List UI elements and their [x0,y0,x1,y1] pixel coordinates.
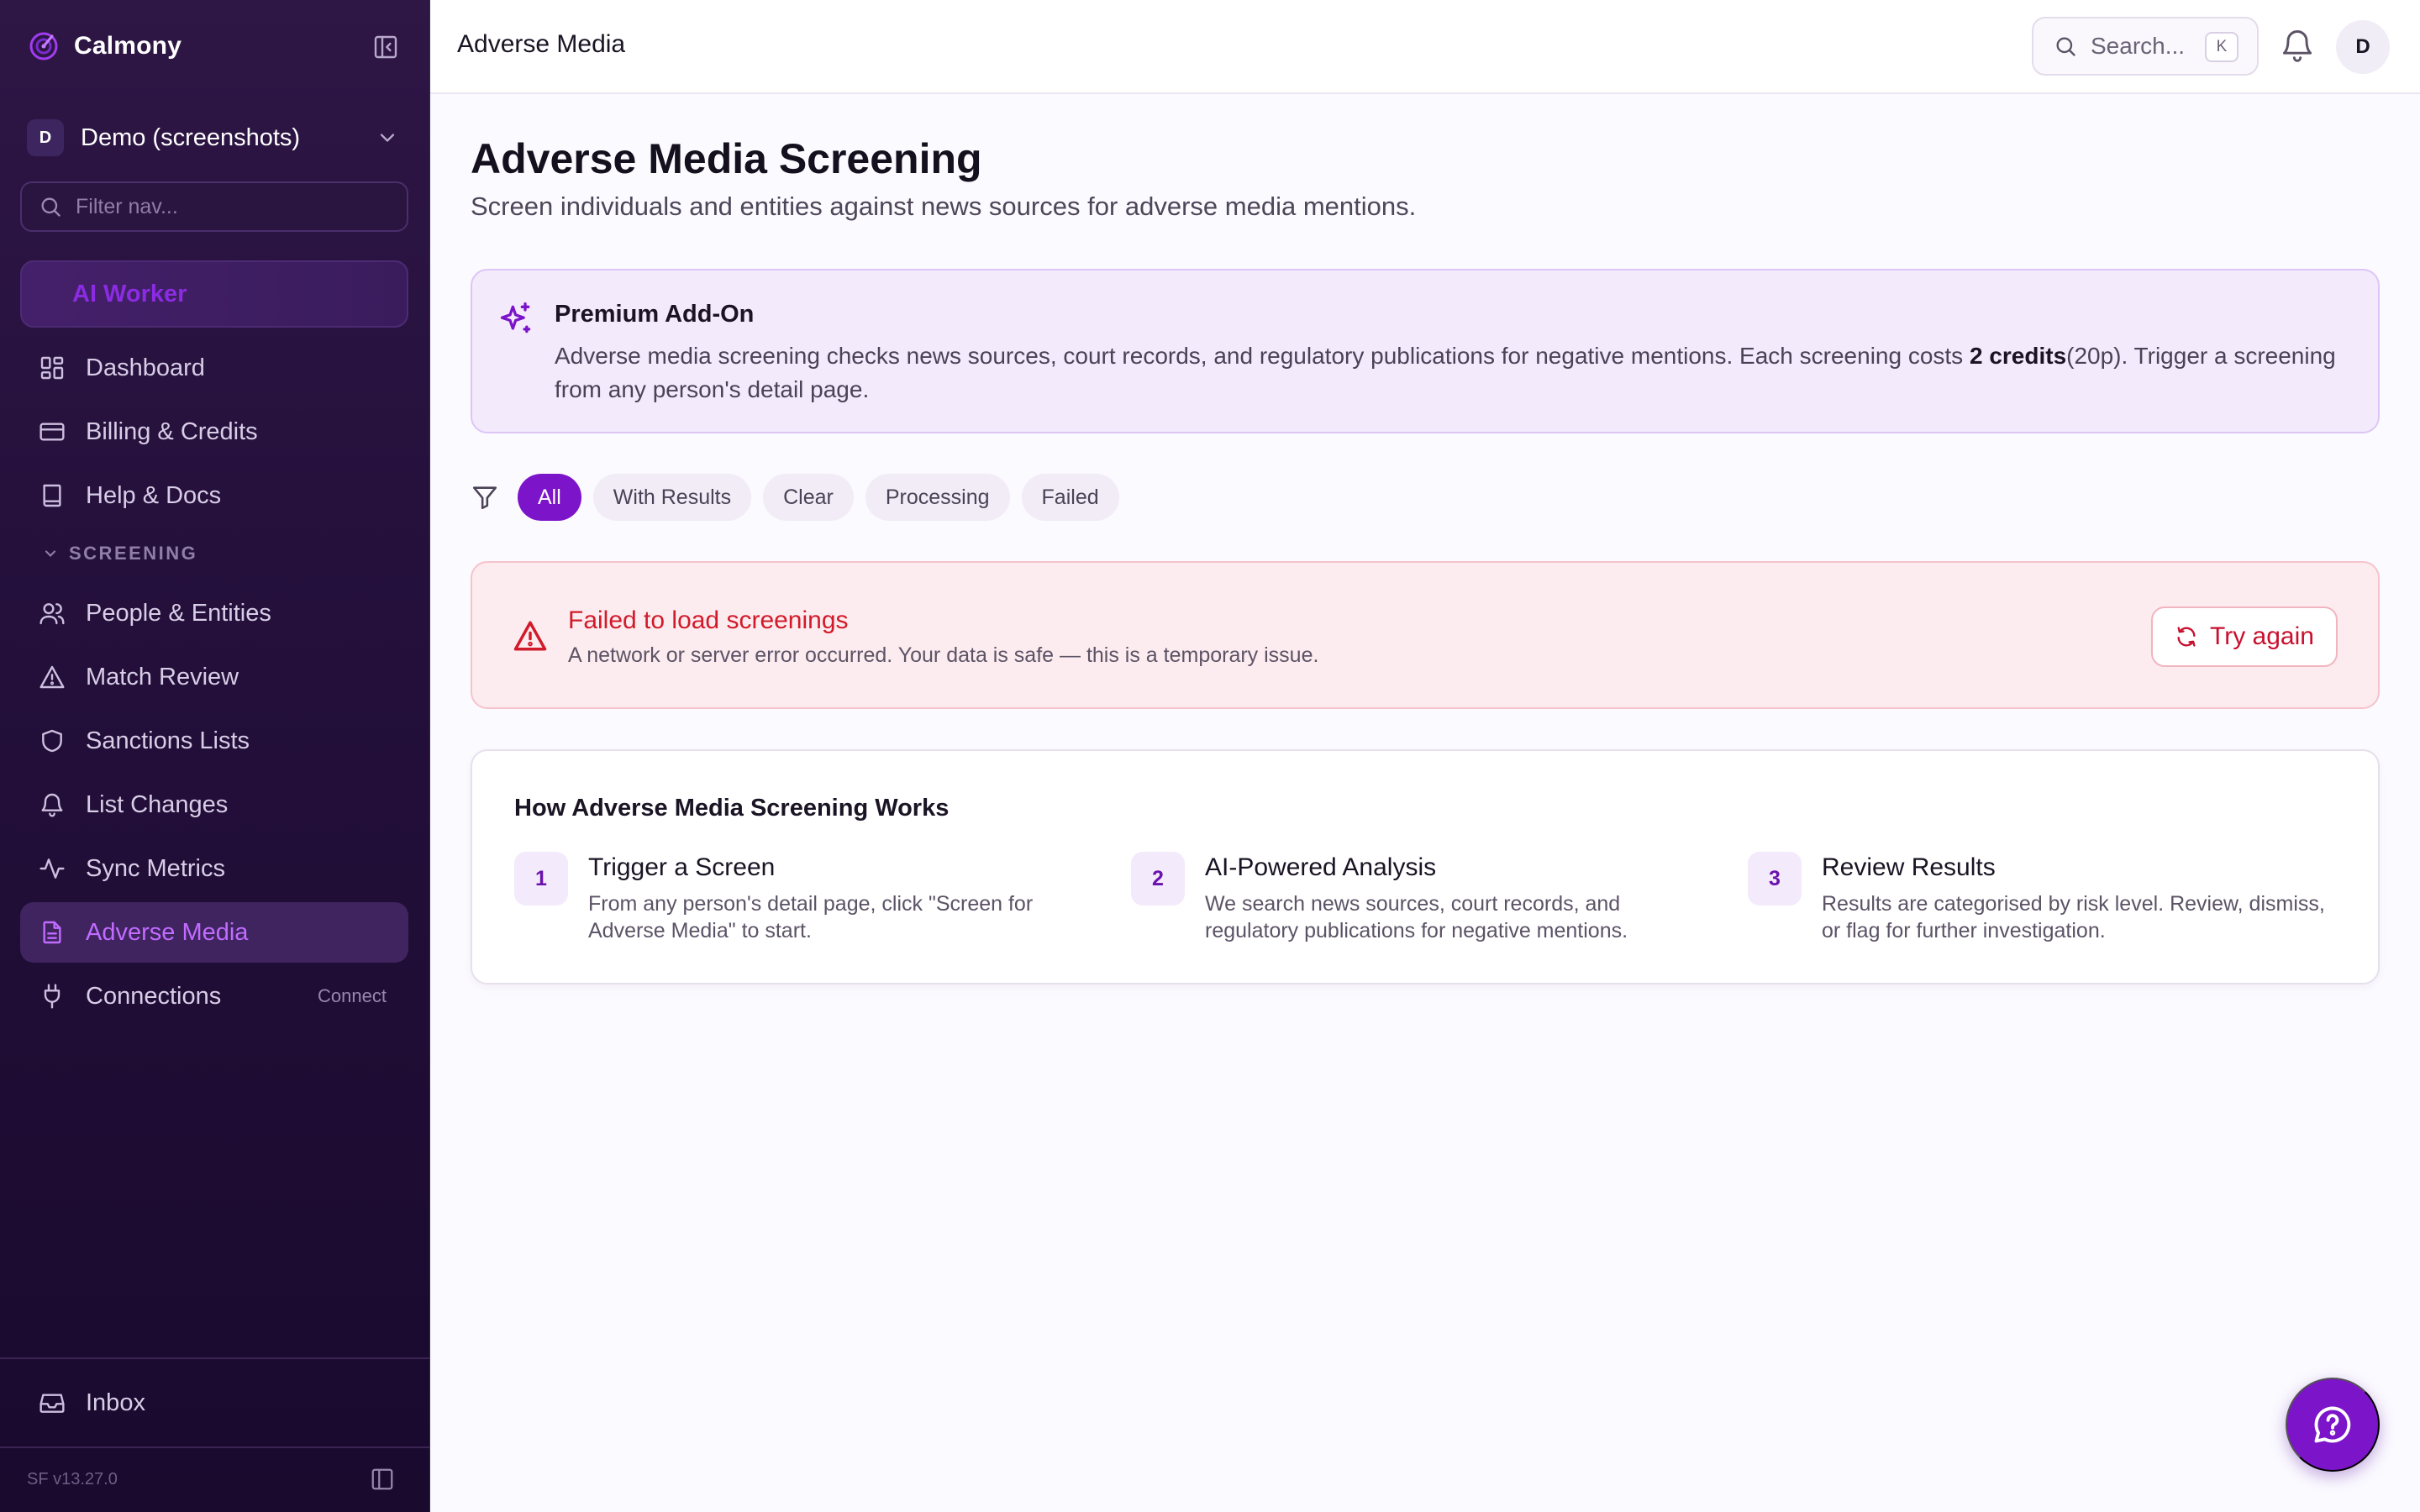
credit-card-icon [39,423,65,441]
sidebar-item-label: Connections [86,982,222,1010]
sidebar-item-label: Sync Metrics [86,854,225,882]
addon-title: Premium Add-On [555,301,755,328]
shortcut-key: K [2205,32,2238,62]
step-description: From any person's detail page, click "Sc… [588,892,1034,942]
sidebar-item-dashboard[interactable]: Dashboard [20,338,408,398]
sidebar-item-label: Dashboard [86,354,205,381]
chevron-down-icon [45,550,56,557]
sidebar-item-label: Sanctions Lists [86,727,250,754]
refresh-icon [2177,627,2196,647]
org-initial: D [27,119,64,156]
filter-nav-input[interactable] [76,194,395,219]
sidebar-item-help[interactable]: Help & Docs [20,465,408,526]
connect-badge: Connect [318,985,387,1006]
how-it-works-title: How Adverse Media Screening Works [514,795,950,822]
step-description: We search news sources, court records, a… [1205,892,1628,942]
sidebar-item-label: People & Entities [86,599,271,627]
activity-icon [39,858,65,879]
help-chat-button[interactable] [2286,1378,2380,1472]
global-search[interactable]: Search... K [2032,17,2259,76]
brand-name: Calmony [74,32,182,60]
sidebar-item-label: List Changes [86,790,229,818]
alert-triangle-icon [513,621,547,651]
page-title: Adverse Media Screening [471,135,982,182]
step-number: 3 [1748,852,1802,906]
plug-icon [44,984,60,1009]
bell-icon [41,793,63,817]
step-title: AI-Powered Analysis [1205,853,1437,881]
help-chat-icon [2314,1406,2351,1443]
sidebar-divider [0,1357,430,1359]
addon-description: Adverse media screening checks news sour… [555,339,2353,407]
premium-addon-banner: Premium Add-On Adverse media screening c… [471,269,2380,433]
step-title: Trigger a Screen [588,853,776,881]
search-icon [41,197,60,217]
sidebar-item-people[interactable]: People & Entities [20,583,408,643]
filter-all[interactable]: All [518,474,581,521]
sidebar-item-label: Help & Docs [86,481,222,509]
version-label: SF v13.27.0 [27,1470,118,1488]
ai-worker-button[interactable]: AI Worker [20,260,408,328]
dashboard-grid-icon [40,356,64,380]
filter-failed[interactable]: Failed [1021,474,1119,521]
alert-triangle-icon [39,665,65,689]
filter-nav-field[interactable] [20,181,408,232]
addon-credits: 2 credits [1969,343,2067,369]
users-icon [39,603,65,625]
sidebar-divider [0,1446,430,1448]
sparkles-icon [500,302,531,333]
sidebar-item-match-review[interactable]: Match Review [20,647,408,707]
step-description: Results are categorised by risk level. R… [1822,892,2325,942]
error-message: A network or server error occurred. Your… [568,643,1319,667]
notifications-bell-icon[interactable] [2279,27,2316,64]
collapse-sidebar-icon[interactable] [372,34,399,60]
search-placeholder: Search... [2091,33,2186,59]
sidebar-item-inbox[interactable]: Inbox [20,1373,408,1433]
addon-body-start: Adverse media screening checks news sour… [555,343,1970,369]
sidebar-item-sanctions[interactable]: Sanctions Lists [20,711,408,771]
brand[interactable]: Calmony [27,25,402,67]
ai-worker-label: AI Worker [72,280,187,307]
section-toggle-screening[interactable]: SCREENING [42,543,197,564]
org-switcher[interactable]: D Demo (screenshots) [27,116,402,160]
sidebar-item-adverse-media[interactable]: Adverse Media [20,902,408,963]
sidebar-item-label: Adverse Media [86,918,249,946]
file-text-icon [43,921,61,944]
filter-processing[interactable]: Processing [865,474,1010,521]
sidebar-item-label: Billing & Credits [86,417,258,445]
shield-icon [42,729,62,753]
chevron-down-icon [380,134,395,142]
sidebar-item-connections[interactable]: Connections Connect [20,966,408,1026]
sidebar: Calmony D Demo (screenshots) AI Worker D… [0,0,430,1512]
sidebar-item-label: Inbox [86,1389,145,1416]
user-avatar[interactable]: D [2336,20,2390,74]
search-icon [2056,37,2075,56]
filter-funnel-icon [472,486,497,510]
try-again-label: Try again [2210,622,2314,650]
org-name: Demo (screenshots) [81,123,301,151]
topbar-title: Adverse Media [457,30,626,58]
sidebar-item-label: Match Review [86,663,239,690]
sidebar-item-sync-metrics[interactable]: Sync Metrics [20,838,408,899]
error-title: Failed to load screenings [568,606,849,634]
step-number: 1 [514,852,568,906]
step-number: 2 [1131,852,1185,906]
book-icon [43,484,61,507]
page-subtitle: Screen individuals and entities against … [471,192,1417,221]
topbar: Adverse Media Search... K D [430,0,2420,94]
status-filter-bar: All With Results Clear Processing Failed [471,474,1131,521]
how-it-works-card: How Adverse Media Screening Works 1 Trig… [471,749,2380,984]
inbox-icon [39,1394,65,1413]
error-alert: Failed to load screenings A network or s… [471,561,2380,709]
section-label: SCREENING [69,543,198,564]
step-title: Review Results [1822,853,1996,881]
sidebar-panel-icon[interactable] [370,1467,395,1492]
sidebar-item-billing[interactable]: Billing & Credits [20,402,408,462]
calmony-logo-icon [29,32,58,60]
try-again-button[interactable]: Try again [2151,606,2338,667]
sidebar-item-list-changes[interactable]: List Changes [20,774,408,835]
filter-clear[interactable]: Clear [763,474,854,521]
filter-with-results[interactable]: With Results [592,474,752,521]
